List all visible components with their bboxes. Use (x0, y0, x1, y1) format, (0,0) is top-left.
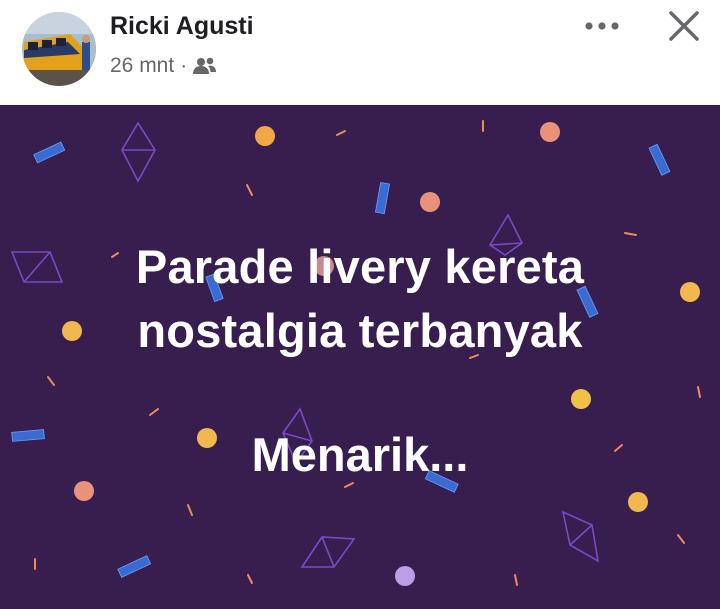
post-text-line: Parade livery kereta (135, 240, 585, 293)
post-text: Parade livery kereta nostalgia terbanyak… (0, 105, 720, 609)
friends-icon[interactable] (193, 56, 217, 76)
avatar-photo (22, 12, 96, 86)
author-name[interactable]: Ricki Agusti (110, 12, 254, 41)
close-icon (669, 11, 699, 41)
more-options-button[interactable] (580, 12, 626, 40)
more-options-icon (585, 22, 619, 30)
author-avatar[interactable] (22, 12, 96, 86)
post-header: Ricki Agusti 26 mnt · (0, 0, 720, 105)
post-meta: 26 mnt · (110, 54, 217, 78)
post-timestamp[interactable]: 26 mnt (110, 54, 174, 78)
meta-separator: · (180, 54, 188, 77)
post-text-line: Menarik... (251, 428, 469, 481)
post-background: Parade livery kereta nostalgia terbanyak… (0, 105, 720, 609)
post-text-line: nostalgia terbanyak (137, 304, 583, 357)
close-button[interactable] (662, 6, 706, 46)
